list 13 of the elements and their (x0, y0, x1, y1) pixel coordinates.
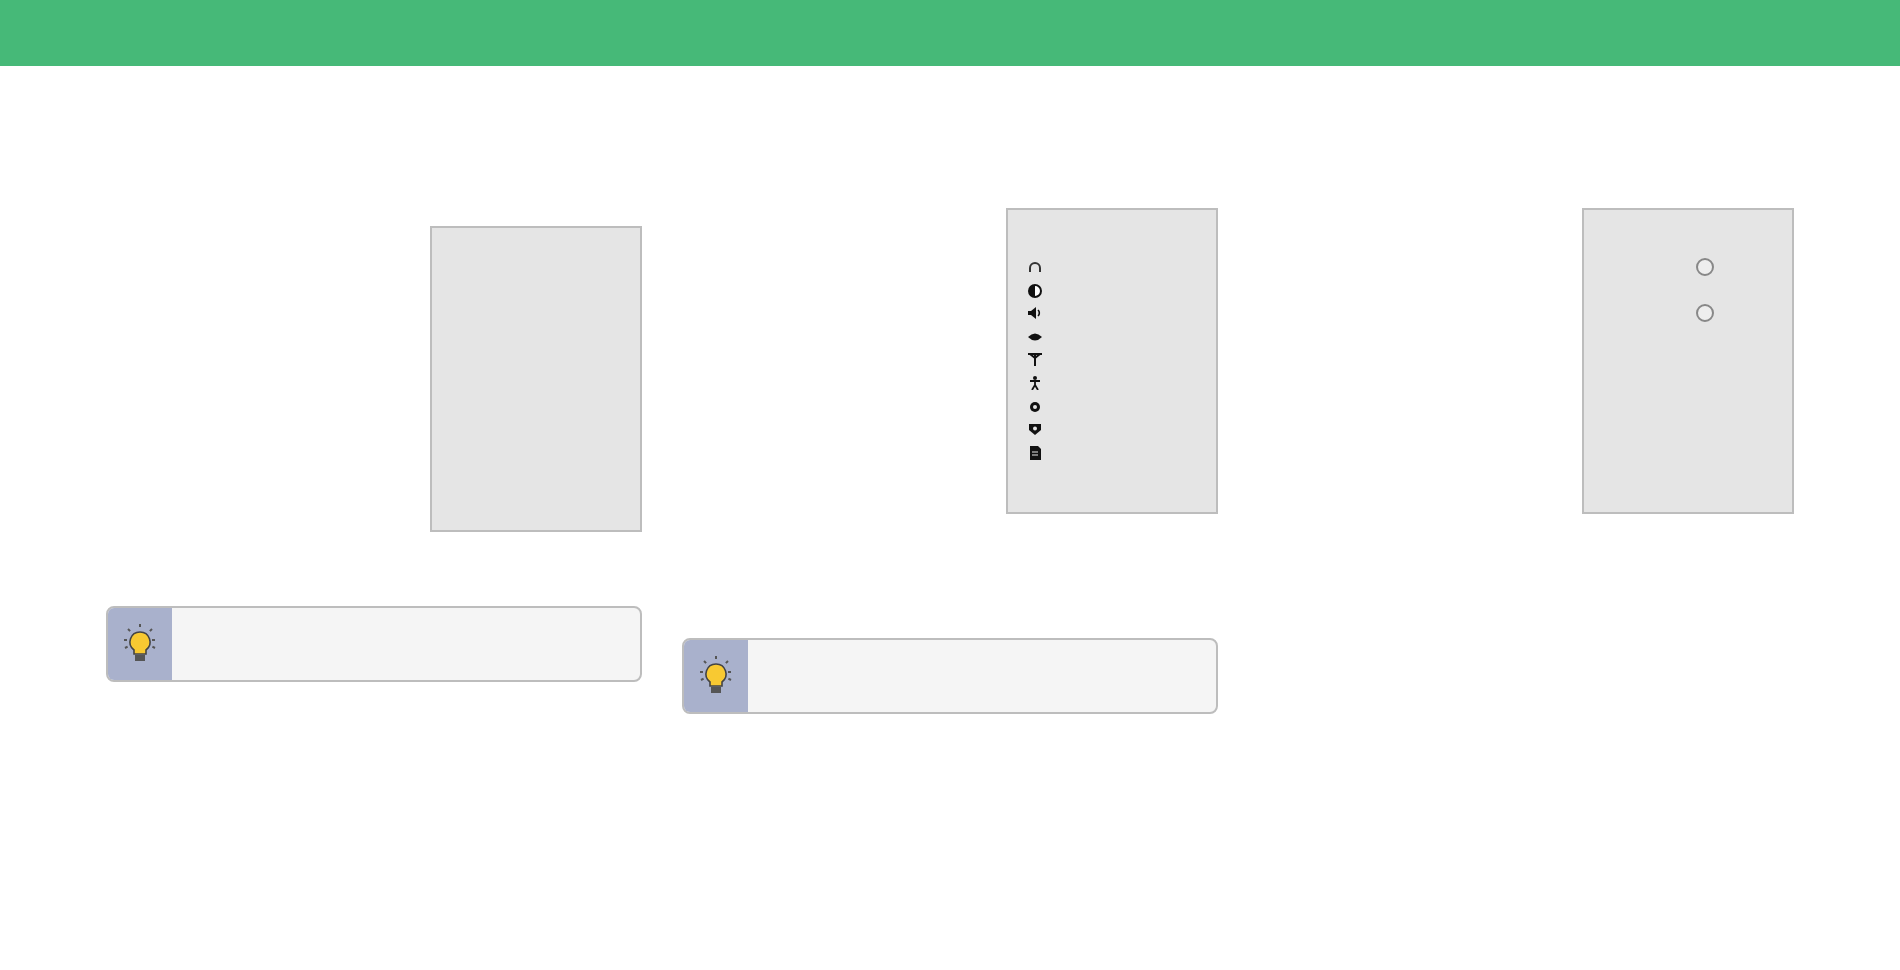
person-icon (1028, 375, 1042, 390)
speaker-icon (1028, 306, 1042, 321)
lightbulb-icon (696, 654, 736, 698)
antenna-icon (1028, 352, 1042, 367)
document-icon (1028, 445, 1042, 460)
headphones-icon (1028, 260, 1042, 274)
eye-icon (1028, 329, 1042, 344)
shield-icon (1028, 422, 1042, 437)
radio-button[interactable] (1696, 304, 1714, 322)
radio-button[interactable] (1696, 258, 1714, 276)
lightbulb-icon (120, 622, 160, 666)
gear-icon (1028, 399, 1042, 414)
contrast-icon (1028, 283, 1042, 298)
